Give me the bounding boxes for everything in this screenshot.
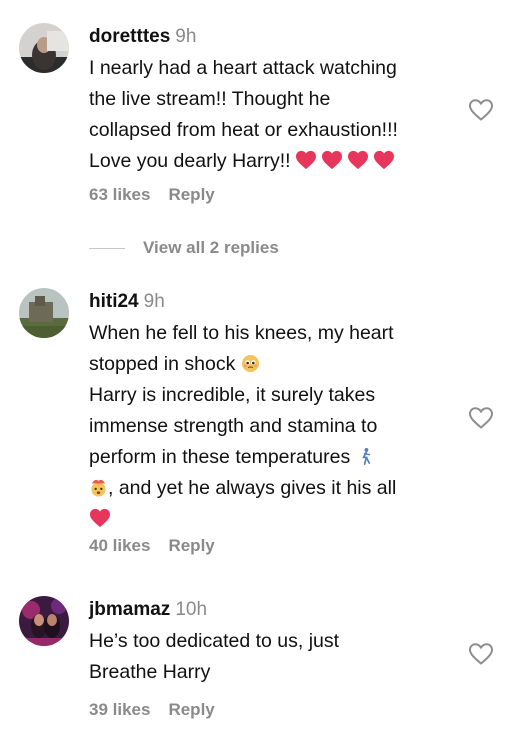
comment-timestamp: 10h	[175, 599, 208, 620]
comment-line: Love you dearly Harry!!	[89, 150, 291, 172]
comment-text: I nearly had a heart attack watching the…	[89, 53, 449, 177]
comment-timestamp: 9h	[175, 26, 197, 47]
view-replies-button[interactable]: View all 2 replies	[89, 237, 279, 259]
like-button[interactable]	[468, 406, 494, 430]
comment-line: Breathe Harry	[89, 661, 211, 683]
comment-username[interactable]: jbmamaz	[89, 599, 170, 620]
likes-count[interactable]: 40 likes	[89, 536, 150, 555]
comments-list: doretttes 9h I nearly had a heart attack …	[0, 0, 511, 729]
comment-line: I nearly had a heart attack watching	[89, 57, 397, 79]
comment-text: He’s too dedicated to us, just Breathe H…	[89, 626, 449, 688]
heart-outline-icon	[468, 643, 494, 665]
red-heart-emoji-icon	[373, 150, 394, 170]
view-replies-label[interactable]: View all 2 replies	[143, 238, 279, 258]
comment-line: immense strength and stamina to	[89, 415, 378, 437]
comment-line: , and yet he always gives it his all	[108, 477, 397, 499]
comment-text: When he fell to his knees, my heart stop…	[89, 318, 449, 535]
person-fainting-emoji-icon	[361, 447, 370, 465]
comment-line: collapsed from heat or exhaustion!!!	[89, 119, 398, 141]
exploding-head-emoji-icon	[91, 479, 106, 497]
reply-button[interactable]: Reply	[168, 185, 214, 204]
like-button[interactable]	[468, 98, 494, 122]
red-heart-emoji-icon	[321, 150, 342, 170]
reply-button[interactable]: Reply	[168, 536, 214, 555]
comment-line: perform in these temperatures	[89, 446, 351, 468]
red-heart-emoji-icon	[90, 508, 110, 528]
reply-button[interactable]: Reply	[168, 700, 214, 719]
likes-count[interactable]: 63 likes	[89, 185, 150, 204]
pleading-face-emoji-icon	[241, 354, 259, 373]
comment-line: When he fell to his knees, my heart	[89, 322, 394, 344]
comment-line: Harry is incredible, it surely takes	[89, 384, 376, 406]
avatar[interactable]	[19, 23, 69, 73]
comment-timestamp: 9h	[143, 291, 165, 312]
avatar[interactable]	[19, 288, 69, 338]
comment-line: He’s too dedicated to us, just	[89, 630, 340, 652]
red-heart-emoji-icon	[295, 150, 316, 170]
avatar[interactable]	[19, 596, 69, 646]
heart-outline-icon	[468, 99, 494, 121]
comment-line: the live stream!! Thought he	[89, 88, 331, 110]
comment-username[interactable]: hiti24	[89, 291, 139, 312]
comment-line: stopped in shock	[89, 353, 236, 375]
like-button[interactable]	[468, 642, 494, 666]
replies-divider	[89, 247, 125, 249]
comment-username[interactable]: doretttes	[89, 26, 170, 47]
red-heart-emoji-icon	[347, 150, 368, 170]
likes-count[interactable]: 39 likes	[89, 700, 150, 719]
heart-outline-icon	[468, 407, 494, 429]
